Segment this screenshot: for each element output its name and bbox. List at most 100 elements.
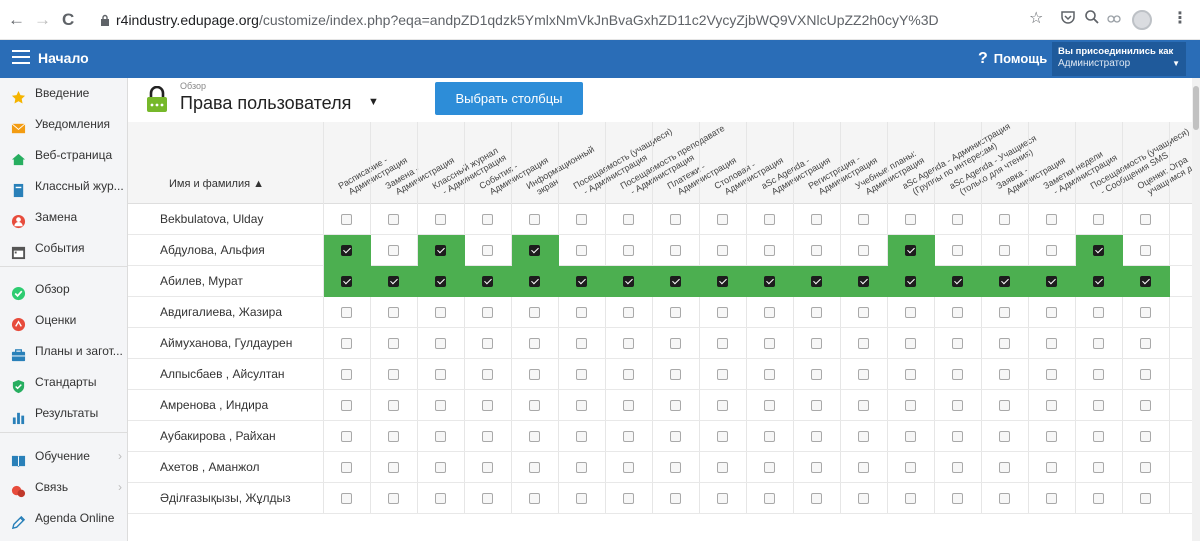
permission-checkbox[interactable]: [623, 400, 634, 411]
user-name[interactable]: Алпысбаев , Айсултан: [160, 359, 285, 390]
search-icon[interactable]: [1084, 9, 1100, 31]
permission-checkbox[interactable]: [623, 493, 634, 504]
permission-checkbox[interactable]: [341, 214, 352, 225]
permission-checkbox[interactable]: [1093, 338, 1104, 349]
permission-checkbox[interactable]: [905, 307, 916, 318]
permission-checkbox[interactable]: [1093, 307, 1104, 318]
permission-checkbox[interactable]: [482, 245, 493, 256]
permission-checkbox[interactable]: [952, 493, 963, 504]
permission-checkbox[interactable]: [811, 493, 822, 504]
permission-checkbox-checked[interactable]: [858, 276, 869, 287]
permission-checkbox[interactable]: [670, 338, 681, 349]
permission-checkbox-checked[interactable]: [670, 276, 681, 287]
permission-checkbox-checked[interactable]: [999, 276, 1010, 287]
permission-checkbox-checked[interactable]: [764, 276, 775, 287]
permission-checkbox[interactable]: [341, 431, 352, 442]
permission-checkbox[interactable]: [670, 307, 681, 318]
permission-checkbox[interactable]: [1140, 369, 1151, 380]
permission-checkbox[interactable]: [529, 369, 540, 380]
permission-checkbox[interactable]: [529, 307, 540, 318]
permission-checkbox[interactable]: [1093, 369, 1104, 380]
permission-checkbox[interactable]: [999, 369, 1010, 380]
permission-checkbox[interactable]: [1140, 462, 1151, 473]
permission-checkbox[interactable]: [482, 431, 493, 442]
permission-checkbox[interactable]: [858, 245, 869, 256]
permission-checkbox[interactable]: [999, 400, 1010, 411]
permission-checkbox[interactable]: [388, 307, 399, 318]
permission-checkbox[interactable]: [858, 214, 869, 225]
permission-checkbox[interactable]: [482, 493, 493, 504]
forward-button[interactable]: →: [34, 10, 51, 30]
permission-checkbox[interactable]: [858, 400, 869, 411]
permission-checkbox[interactable]: [341, 369, 352, 380]
permission-checkbox[interactable]: [435, 462, 446, 473]
permission-checkbox[interactable]: [529, 431, 540, 442]
permission-checkbox[interactable]: [623, 462, 634, 473]
permission-checkbox[interactable]: [623, 369, 634, 380]
permission-checkbox[interactable]: [1093, 431, 1104, 442]
permission-checkbox[interactable]: [341, 338, 352, 349]
permission-checkbox[interactable]: [341, 307, 352, 318]
permission-checkbox[interactable]: [576, 400, 587, 411]
permission-checkbox[interactable]: [670, 245, 681, 256]
permission-checkbox[interactable]: [1046, 369, 1057, 380]
permission-checkbox-checked[interactable]: [1093, 276, 1104, 287]
permission-checkbox[interactable]: [717, 462, 728, 473]
permission-checkbox[interactable]: [811, 307, 822, 318]
permission-checkbox[interactable]: [1046, 493, 1057, 504]
sidebar-item-grade[interactable]: Оценки: [0, 305, 128, 336]
permission-checkbox[interactable]: [1046, 462, 1057, 473]
permission-checkbox[interactable]: [435, 431, 446, 442]
permission-checkbox[interactable]: [905, 214, 916, 225]
permission-checkbox[interactable]: [717, 307, 728, 318]
permission-checkbox[interactable]: [717, 338, 728, 349]
user-name[interactable]: Аубакирова , Райхан: [160, 421, 276, 452]
user-name[interactable]: Bekbulatova, Ulday: [160, 204, 263, 235]
permission-checkbox[interactable]: [952, 400, 963, 411]
permission-checkbox[interactable]: [435, 214, 446, 225]
permission-checkbox[interactable]: [764, 400, 775, 411]
permission-checkbox[interactable]: [670, 400, 681, 411]
permission-checkbox[interactable]: [388, 462, 399, 473]
permission-checkbox-checked[interactable]: [905, 245, 916, 256]
permission-checkbox[interactable]: [388, 400, 399, 411]
permission-checkbox[interactable]: [811, 338, 822, 349]
permission-checkbox[interactable]: [764, 245, 775, 256]
permission-checkbox[interactable]: [1046, 245, 1057, 256]
permission-checkbox[interactable]: [576, 307, 587, 318]
permission-checkbox[interactable]: [811, 245, 822, 256]
permission-checkbox-checked[interactable]: [811, 276, 822, 287]
permission-checkbox-checked[interactable]: [341, 276, 352, 287]
permission-checkbox[interactable]: [670, 462, 681, 473]
permission-checkbox[interactable]: [623, 338, 634, 349]
permission-checkbox[interactable]: [529, 462, 540, 473]
permission-checkbox[interactable]: [388, 431, 399, 442]
permission-checkbox[interactable]: [999, 245, 1010, 256]
permission-checkbox[interactable]: [952, 307, 963, 318]
permission-checkbox[interactable]: [388, 245, 399, 256]
hamburger-menu-icon[interactable]: [12, 50, 30, 64]
permission-checkbox-checked[interactable]: [529, 245, 540, 256]
permission-checkbox[interactable]: [482, 462, 493, 473]
permission-checkbox[interactable]: [999, 307, 1010, 318]
permission-checkbox[interactable]: [717, 245, 728, 256]
permission-checkbox[interactable]: [388, 369, 399, 380]
permission-checkbox[interactable]: [1046, 307, 1057, 318]
permission-checkbox[interactable]: [999, 493, 1010, 504]
permission-checkbox[interactable]: [435, 493, 446, 504]
user-name[interactable]: Абдулова, Альфия: [160, 235, 265, 266]
permission-checkbox[interactable]: [1093, 214, 1104, 225]
permission-checkbox[interactable]: [811, 431, 822, 442]
permission-checkbox[interactable]: [952, 214, 963, 225]
user-name[interactable]: Ахетов , Аманжол: [160, 452, 260, 483]
permission-checkbox[interactable]: [670, 369, 681, 380]
permission-checkbox[interactable]: [388, 493, 399, 504]
permission-checkbox[interactable]: [341, 493, 352, 504]
sidebar-item-briefcase[interactable]: Планы и загот...: [0, 336, 128, 367]
user-name[interactable]: Аймуханова, Гулдаурен: [160, 328, 292, 359]
permission-checkbox[interactable]: [952, 245, 963, 256]
permission-checkbox-checked[interactable]: [905, 276, 916, 287]
scrollbar-thumb[interactable]: [1193, 86, 1199, 130]
permission-checkbox[interactable]: [905, 462, 916, 473]
sidebar-item-star[interactable]: Введение: [0, 78, 128, 109]
